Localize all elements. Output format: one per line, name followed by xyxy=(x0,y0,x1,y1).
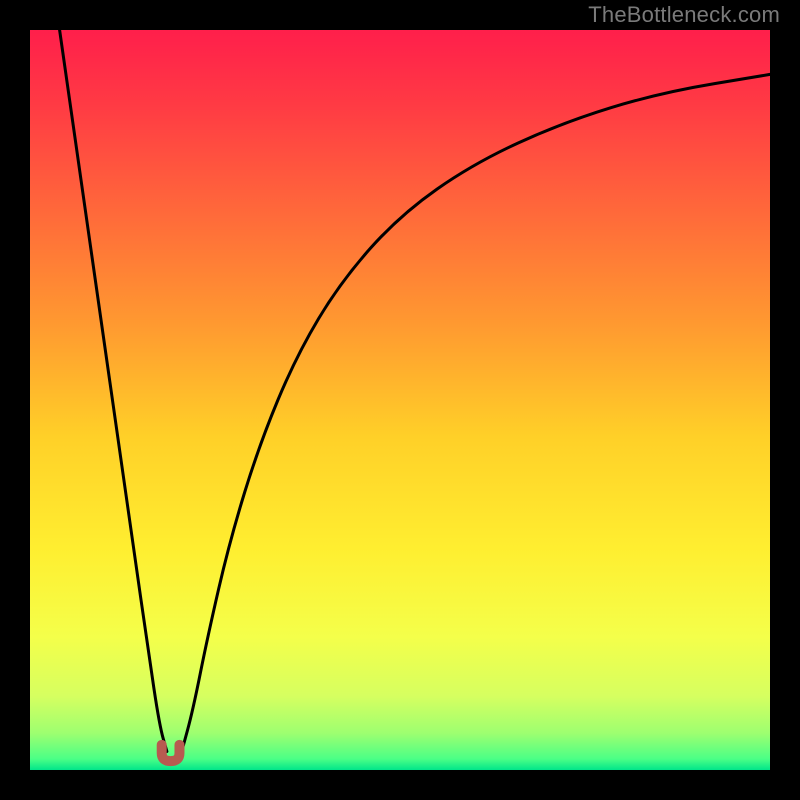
chart-frame: TheBottleneck.com xyxy=(0,0,800,800)
bottleneck-chart xyxy=(0,0,800,800)
gradient-background xyxy=(30,30,770,770)
watermark-text: TheBottleneck.com xyxy=(588,2,780,28)
